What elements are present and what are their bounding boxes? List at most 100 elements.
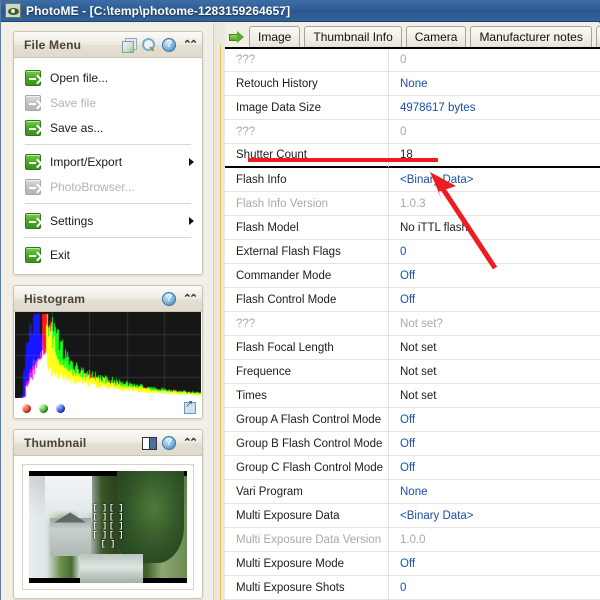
table-row[interactable]: ??? 0	[225, 49, 600, 72]
menu-item-label: Save as...	[50, 120, 104, 135]
table-row[interactable]: Flash Info Version 1.0.3	[225, 191, 600, 216]
menu-item-save-file: Save file	[14, 90, 202, 115]
table-row[interactable]: Multi Exposure Data Version 1.0.0	[225, 527, 600, 552]
collapse-icon[interactable]	[182, 38, 196, 52]
table-cell-value: 1.0.3	[400, 197, 426, 210]
histogram-panel: Histogram	[13, 285, 203, 419]
table-row[interactable]: Group C Flash Control Mode Off	[225, 455, 600, 480]
thumbnail-panel: Thumbnail [ ][ ][ ][ ][ ]	[13, 429, 203, 599]
menu-item-import-export[interactable]: Import/Export	[14, 149, 202, 174]
table-row[interactable]: Multi Exposure Data <Binary Data>	[225, 503, 600, 528]
metadata-table[interactable]: ??? 0 Retouch History None Image Data Size 49…	[225, 47, 600, 600]
help-icon[interactable]	[162, 435, 176, 450]
table-cell-name: ???	[236, 317, 256, 330]
menu-item-label: Settings	[50, 213, 94, 228]
af-point-bracket: [ ]	[92, 504, 107, 513]
green-arrow-icon	[25, 94, 41, 111]
table-cell-name: Group C Flash Control Mode	[236, 461, 384, 474]
table-cell-value: 18	[400, 149, 413, 161]
menu-item-open-file[interactable]: Open file...	[14, 65, 202, 90]
collapse-icon[interactable]	[182, 292, 196, 306]
table-cell-name: Multi Exposure Mode	[236, 557, 345, 570]
histogram-body	[14, 312, 202, 418]
tab-manufacturer-notes[interactable]: Manufacturer notes	[470, 26, 592, 47]
table-cell-name: Retouch History	[236, 77, 318, 90]
expand-icon[interactable]	[184, 399, 196, 414]
af-point-bracket: [ ]	[109, 522, 124, 531]
tab-image[interactable]: Image	[249, 26, 301, 47]
table-cell-name: Commander Mode	[236, 269, 332, 282]
thumbnail-pair-icon[interactable]	[142, 436, 157, 450]
table-row[interactable]: Times Not set	[225, 383, 600, 408]
help-icon[interactable]	[162, 37, 176, 52]
table-row[interactable]: Flash Control Mode Off	[225, 287, 600, 312]
window-title: PhotoME - [C:\temp\photome-1283159264657…	[26, 3, 291, 18]
table-cell-value: None	[400, 485, 428, 498]
table-row[interactable]: Group B Flash Control Mode Off	[225, 431, 600, 456]
thumbnail-image[interactable]: [ ][ ][ ][ ][ ][ ][ ][ ][ ]	[29, 471, 187, 583]
table-cell-name: Multi Exposure Data	[236, 509, 340, 522]
af-point-row: [ ][ ]	[93, 514, 124, 522]
table-cell-value: Not set	[400, 341, 437, 354]
tab-thumbnail-info[interactable]: Thumbnail Info	[304, 26, 402, 47]
table-row[interactable]: Group A Flash Control Mode Off	[225, 407, 600, 432]
table-cell-value: <Binary Data>	[400, 173, 474, 186]
table-cell-value: Off	[400, 269, 416, 282]
green-arrow-right-icon[interactable]	[227, 25, 247, 47]
table-row[interactable]: Flash Model No iTTL flash	[225, 215, 600, 240]
green-arrow-icon	[25, 153, 41, 170]
table-row[interactable]: Commander Mode Off	[225, 263, 600, 288]
table-cell-name: Group B Flash Control Mode	[236, 437, 383, 450]
menu-item-exit[interactable]: Exit	[14, 242, 202, 267]
photome-window: PhotoME - [C:\temp\photome-1283159264657…	[0, 0, 600, 600]
file-menu-header: File Menu	[14, 32, 202, 58]
table-row[interactable]: Vari Program None	[225, 479, 600, 504]
table-row[interactable]: ??? 0	[225, 119, 600, 144]
table-cell-value: None	[400, 77, 428, 90]
table-row[interactable]: ??? Not set?	[225, 311, 600, 336]
histogram-footer	[14, 398, 202, 418]
green-arrow-icon	[25, 178, 41, 195]
panel-splitter[interactable]	[213, 23, 225, 600]
table-cell-value: 0	[400, 581, 407, 594]
table-row[interactable]: Multi Exposure Mode Off	[225, 551, 600, 576]
table-row[interactable]: Flash Focal Length Not set	[225, 335, 600, 360]
table-cell-name: Flash Control Mode	[236, 293, 337, 306]
af-point-bracket: [ ]	[109, 513, 124, 522]
menu-item-settings[interactable]: Settings	[14, 208, 202, 233]
table-row[interactable]: Shutter Count 18	[225, 143, 600, 168]
table-cell-value: <Binary Data>	[400, 509, 474, 522]
file-menu-title: File Menu	[24, 37, 82, 52]
table-cell-value: 4978617 bytes	[400, 101, 476, 114]
collapse-icon[interactable]	[182, 436, 196, 450]
submenu-arrow-icon	[189, 157, 194, 166]
table-row[interactable]: Flash Info <Binary Data>	[225, 167, 600, 192]
table-row[interactable]: Frequence Not set	[225, 359, 600, 384]
menu-item-save-as[interactable]: Save as...	[14, 115, 202, 140]
af-point-bracket: [ ]	[92, 513, 107, 522]
table-cell-value: Off	[400, 461, 416, 474]
table-row[interactable]: Image Data Size 4978617 bytes	[225, 95, 600, 120]
histogram-header-icons	[162, 291, 196, 306]
camera-lens-icon	[5, 3, 21, 18]
channel-dot-blue[interactable]	[56, 403, 65, 413]
table-row[interactable]: Multi Exposure Shots 0	[225, 575, 600, 600]
copy-windows-icon[interactable]	[122, 37, 137, 53]
tab-camera[interactable]: Camera	[405, 26, 467, 47]
table-row[interactable]: External Flash Flags 0	[225, 239, 600, 264]
table-cell-name: Flash Info Version	[236, 197, 329, 210]
menu-item-label: Save file	[50, 95, 97, 110]
channel-dot-red[interactable]	[22, 403, 31, 413]
channel-dot-green[interactable]	[39, 403, 48, 413]
menu-item-label: Open file...	[50, 70, 109, 85]
histogram-canvas	[15, 312, 201, 398]
table-cell-name: Shutter Count	[236, 149, 307, 161]
af-point-overlay: [ ][ ][ ][ ][ ][ ][ ][ ][ ]	[93, 505, 124, 549]
table-cell-name: Image Data Size	[236, 101, 322, 114]
search-icon[interactable]	[142, 37, 156, 52]
help-icon[interactable]	[162, 291, 176, 306]
table-cell-value: Not set	[400, 365, 437, 378]
table-row[interactable]: Retouch History None	[225, 71, 600, 96]
thumbnail-frame: [ ][ ][ ][ ][ ][ ][ ][ ][ ]	[22, 464, 194, 590]
tab-interopera[interactable]: Interopera	[595, 26, 600, 47]
